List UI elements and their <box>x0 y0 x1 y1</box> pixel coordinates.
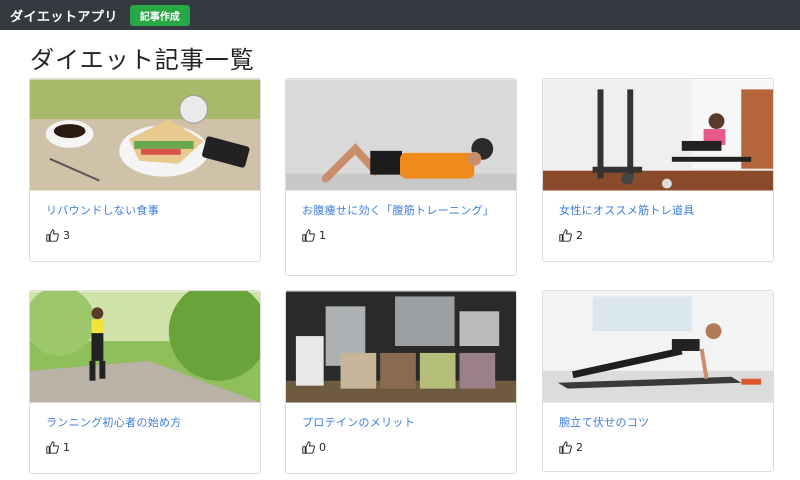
thumbs-up-icon <box>559 441 572 454</box>
page-title: ダイエット記事一覧 <box>30 46 255 74</box>
article-card[interactable]: 女性にオススメ筋トレ道具 2 <box>542 78 774 262</box>
article-thumbnail[interactable] <box>543 291 773 403</box>
like-count[interactable]: 1 <box>46 441 244 454</box>
article-title-link[interactable]: 女性にオススメ筋トレ道具 <box>559 202 757 219</box>
like-count[interactable]: 2 <box>559 441 757 454</box>
thumbs-up-icon <box>46 229 59 242</box>
like-count[interactable]: 2 <box>559 229 757 242</box>
article-title-link[interactable]: 腕立て伏せのコツ <box>559 414 757 431</box>
like-count-value: 1 <box>319 229 326 242</box>
article-card[interactable]: 腕立て伏せのコツ 2 <box>542 290 774 472</box>
thumbs-up-icon <box>302 229 315 242</box>
app-brand[interactable]: ダイエットアプリ <box>10 6 118 25</box>
article-thumbnail[interactable] <box>30 79 260 191</box>
create-article-button[interactable]: 記事作成 <box>129 4 190 26</box>
top-navbar: ダイエットアプリ 記事作成 <box>0 0 800 30</box>
article-card[interactable]: お腹痩せに効く「腹筋トレーニング」 1 <box>285 78 517 276</box>
article-thumbnail[interactable] <box>543 79 773 191</box>
article-thumbnail[interactable] <box>286 79 516 191</box>
article-thumbnail[interactable] <box>30 291 260 403</box>
like-count-value: 3 <box>63 229 70 242</box>
like-count[interactable]: 0 <box>302 441 500 454</box>
thumbs-up-icon <box>302 441 315 454</box>
article-title-link[interactable]: プロテインのメリット <box>302 414 500 431</box>
thumbs-up-icon <box>46 441 59 454</box>
article-card[interactable]: リバウンドしない食事 3 <box>29 78 261 262</box>
article-title-link[interactable]: お腹痩せに効く「腹筋トレーニング」 <box>302 202 500 219</box>
like-count[interactable]: 1 <box>302 229 500 242</box>
like-count-value: 1 <box>63 441 70 454</box>
like-count[interactable]: 3 <box>46 229 244 242</box>
article-card[interactable]: プロテインのメリット 0 <box>285 290 517 474</box>
article-title-link[interactable]: ランニング初心者の始め方 <box>46 414 244 431</box>
like-count-value: 0 <box>319 441 326 454</box>
article-title-link[interactable]: リバウンドしない食事 <box>46 202 244 219</box>
like-count-value: 2 <box>576 441 583 454</box>
thumbs-up-icon <box>559 229 572 242</box>
article-thumbnail[interactable] <box>286 291 516 403</box>
article-card[interactable]: ランニング初心者の始め方 1 <box>29 290 261 474</box>
like-count-value: 2 <box>576 229 583 242</box>
